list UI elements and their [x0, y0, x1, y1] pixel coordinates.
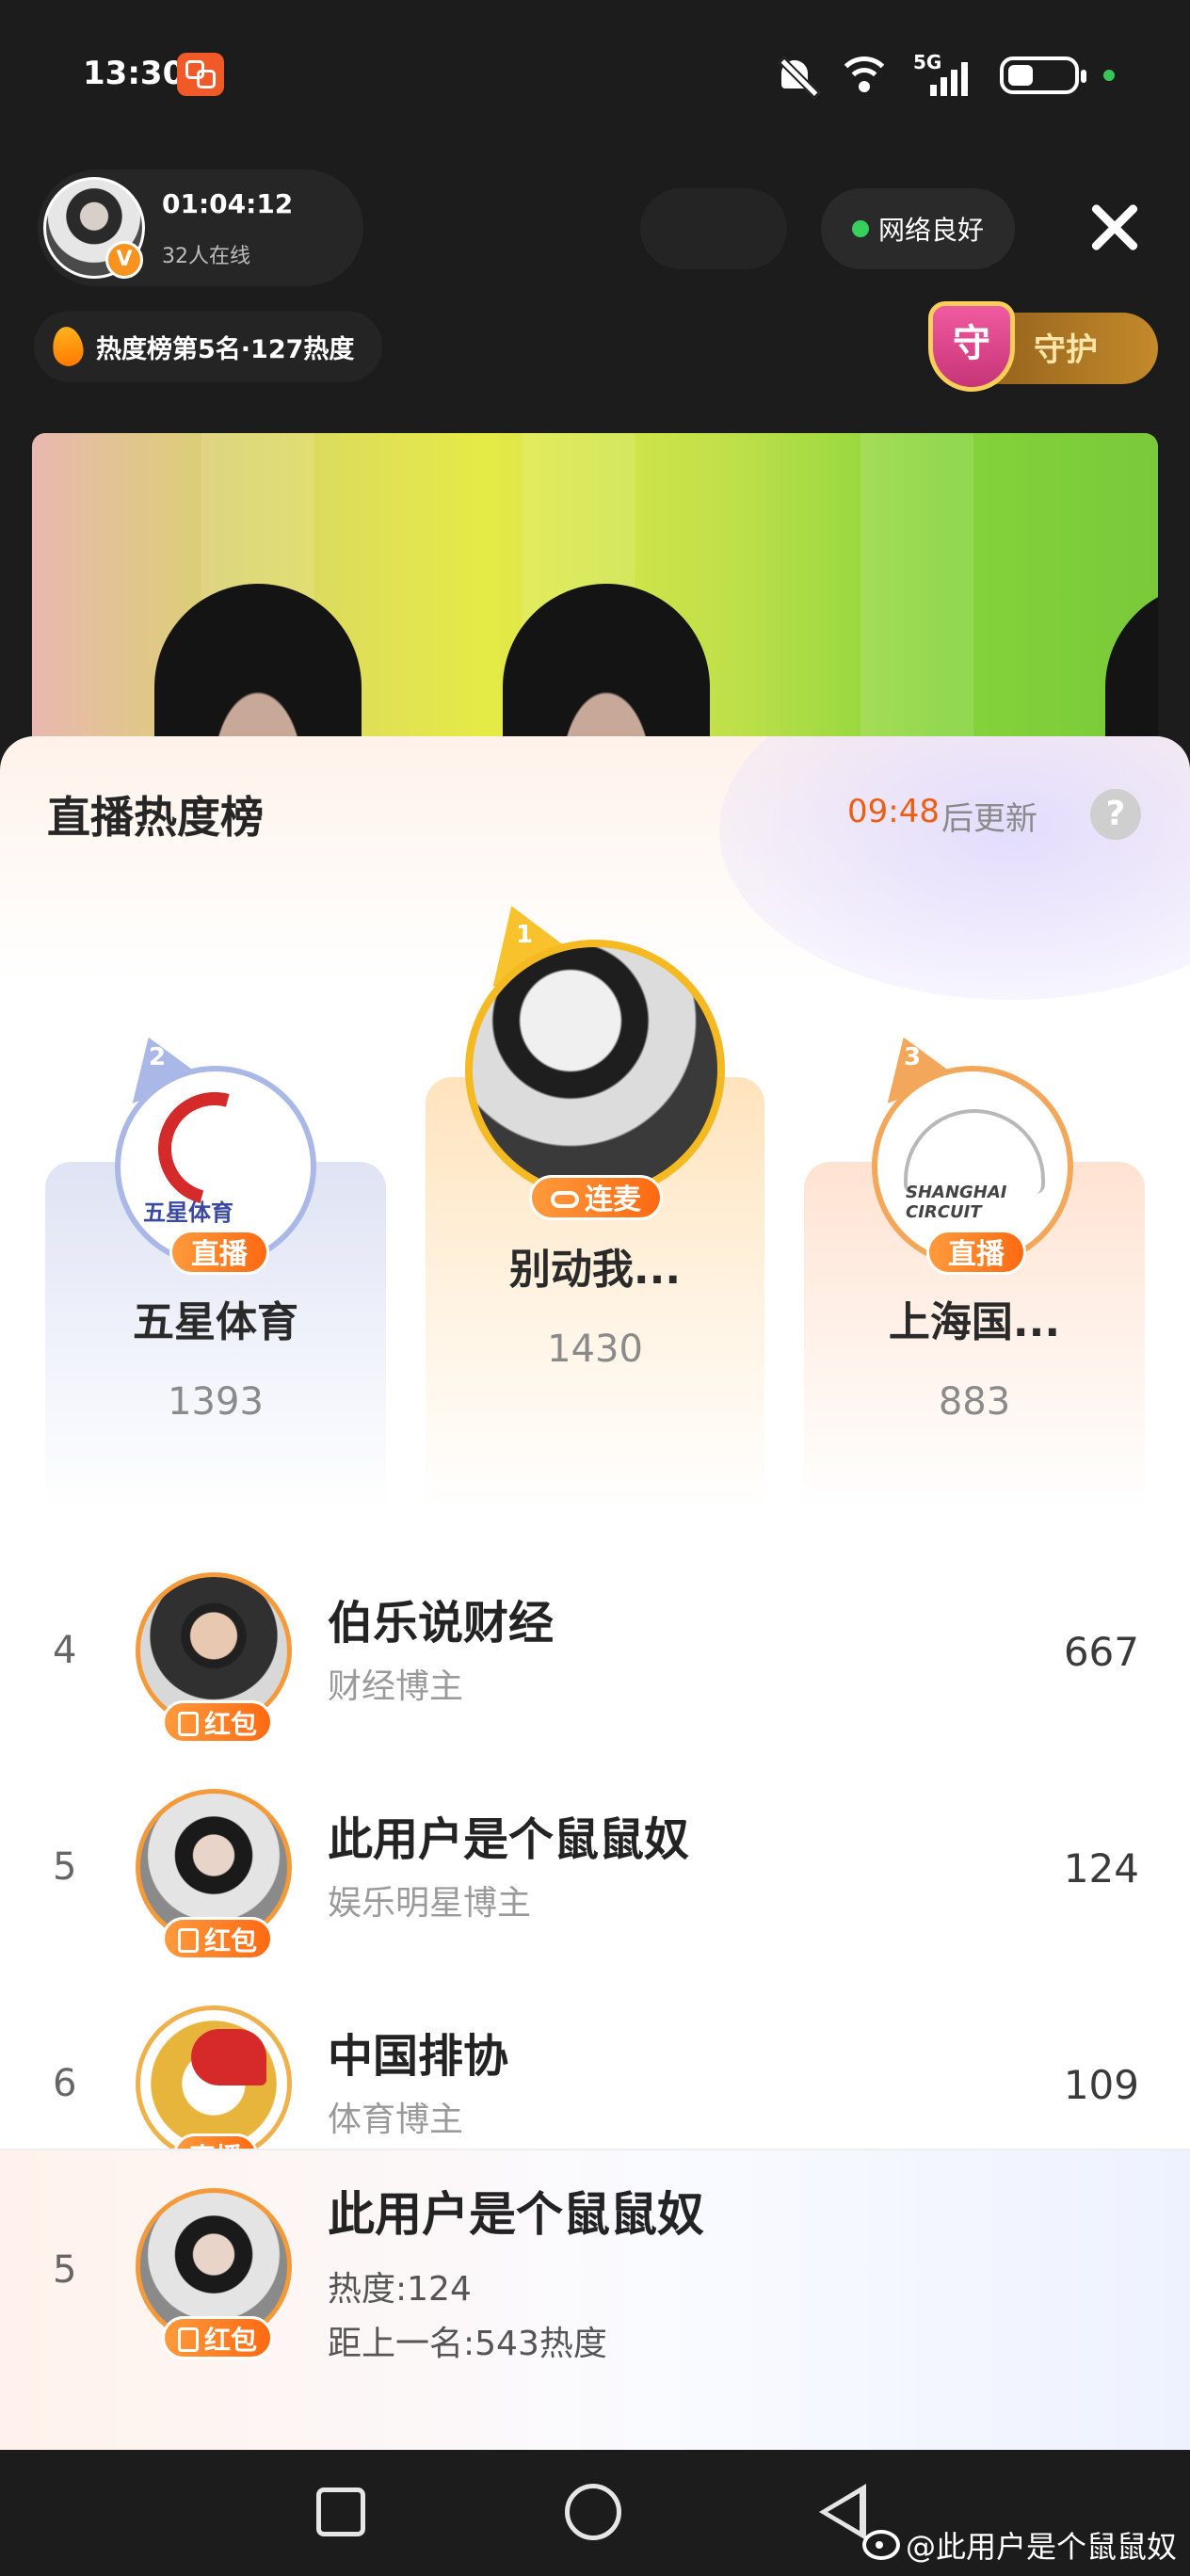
podium-avatar-first[interactable]	[465, 940, 725, 1199]
recent-apps-button[interactable]	[316, 2487, 365, 2536]
rank-number: 4	[53, 1629, 77, 1672]
privacy-indicator-dot	[1103, 70, 1115, 81]
red-packet-icon	[178, 2327, 199, 2352]
update-timer: 09:48	[847, 793, 940, 830]
home-button[interactable]	[565, 2484, 621, 2540]
row-name: 此用户是个鼠鼠奴	[328, 1813, 690, 1866]
back-button[interactable]	[819, 2484, 866, 2540]
my-gap-to-previous: 距上一名:543热度	[328, 2325, 607, 2363]
network-status-pill: 网络良好	[821, 188, 1015, 269]
shanghai-circuit-logo	[904, 1109, 1045, 1194]
podium-score-third: 883	[938, 1380, 1011, 1424]
rank-number: 5	[53, 1845, 77, 1889]
row-score: 109	[1063, 2062, 1139, 2108]
battery-icon	[1000, 56, 1086, 94]
guard-button[interactable]: 守 守护	[921, 301, 1158, 392]
podium-name-second: 五星体育	[133, 1298, 298, 1346]
my-name: 此用户是个鼠鼠奴	[328, 2187, 704, 2242]
help-icon[interactable]: ?	[1090, 789, 1141, 840]
panel-title: 直播热度榜	[47, 792, 264, 843]
crown-rank-2: 2	[149, 1043, 167, 1071]
host-info-pill[interactable]: V 01:04:12 32人在线	[38, 169, 363, 286]
network-ok-icon	[851, 220, 869, 237]
status-icons: 5G	[774, 49, 1115, 102]
guard-label: 守护	[1034, 331, 1098, 369]
video-person	[1105, 584, 1158, 753]
flame-icon	[50, 324, 86, 369]
hot-ranking-panel: 直播热度榜 09:48 后更新 ? 1 2 3 五星体育 SHANGHAI CI…	[0, 736, 1190, 2450]
live-tag: 直播	[926, 1230, 1026, 1275]
crown-rank-3: 3	[904, 1043, 922, 1071]
weibo-icon	[862, 2530, 900, 2560]
my-heat: 热度:124	[328, 2270, 472, 2309]
podium-name-third: 上海国...	[888, 1298, 1061, 1346]
my-rank-bar[interactable]: 5 红包 此用户是个鼠鼠奴 热度:124 距上一名:543热度	[0, 2149, 1190, 2450]
red-packet-tag: 红包	[162, 1700, 274, 1744]
red-packet-tag: 红包	[162, 1917, 274, 1960]
watermark: @此用户是个鼠鼠奴	[862, 2523, 1177, 2567]
rank-number: 6	[53, 2062, 77, 2105]
row-subtitle: 财经博主	[328, 1667, 464, 1706]
row-score: 667	[1063, 1629, 1139, 1675]
guard-shield-icon: 守	[928, 301, 1015, 392]
row-name: 中国排协	[328, 2030, 509, 2083]
watermark-text: @此用户是个鼠鼠奴	[906, 2529, 1178, 2565]
list-item[interactable]: 5 红包 此用户是个鼠鼠奴 娱乐明星博主 124	[0, 1759, 1190, 1975]
online-count: 32人在线	[162, 245, 250, 268]
live-video[interactable]	[32, 433, 1158, 753]
podium-score-second: 1393	[168, 1380, 264, 1424]
status-bar: 13:30 5G	[0, 0, 1190, 151]
red-packet-tag: 红包	[162, 2316, 274, 2359]
red-packet-icon	[178, 1712, 199, 1736]
live-duration: 01:04:12	[162, 188, 294, 219]
hot-rank-pill[interactable]: 热度榜第5名·127热度	[34, 311, 383, 382]
my-rank-number: 5	[53, 2248, 77, 2292]
row-subtitle: 娱乐明星博主	[328, 1884, 532, 1923]
row-score: 124	[1063, 1845, 1139, 1892]
list-item[interactable]: 4 红包 伯乐说财经 财经博主 667	[0, 1542, 1190, 1759]
red-packet-icon	[178, 1928, 199, 1953]
link-icon	[551, 1190, 579, 1208]
podium-name-first: 别动我...	[508, 1246, 682, 1294]
row-name: 伯乐说财经	[328, 1597, 555, 1650]
hot-rank-label: 热度榜第5名·127热度	[96, 334, 355, 364]
co-host-tag: 连麦	[529, 1175, 663, 1220]
app-notification-icon	[177, 53, 224, 96]
update-suffix: 后更新	[941, 800, 1037, 838]
video-person	[154, 584, 362, 753]
shanghai-circuit-logo-text: SHANGHAI CIRCUIT	[906, 1183, 1007, 1222]
great-sports-logo-text: 五星体育	[143, 1199, 233, 1226]
verified-badge-icon: V	[105, 241, 143, 279]
live-tag: 直播	[169, 1230, 269, 1275]
podium-score-first: 1430	[547, 1328, 643, 1371]
close-button[interactable]	[1081, 194, 1149, 262]
network-status-label: 网络良好	[877, 215, 984, 246]
cellular-signal-icon: 5G	[913, 51, 975, 96]
status-time: 13:30	[83, 55, 185, 92]
row-subtitle: 体育博主	[328, 2101, 464, 2139]
hidden-control-pill[interactable]	[640, 188, 787, 269]
crown-rank-1: 1	[516, 921, 534, 949]
wifi-icon	[840, 55, 889, 96]
muted-bell-icon	[774, 55, 815, 96]
